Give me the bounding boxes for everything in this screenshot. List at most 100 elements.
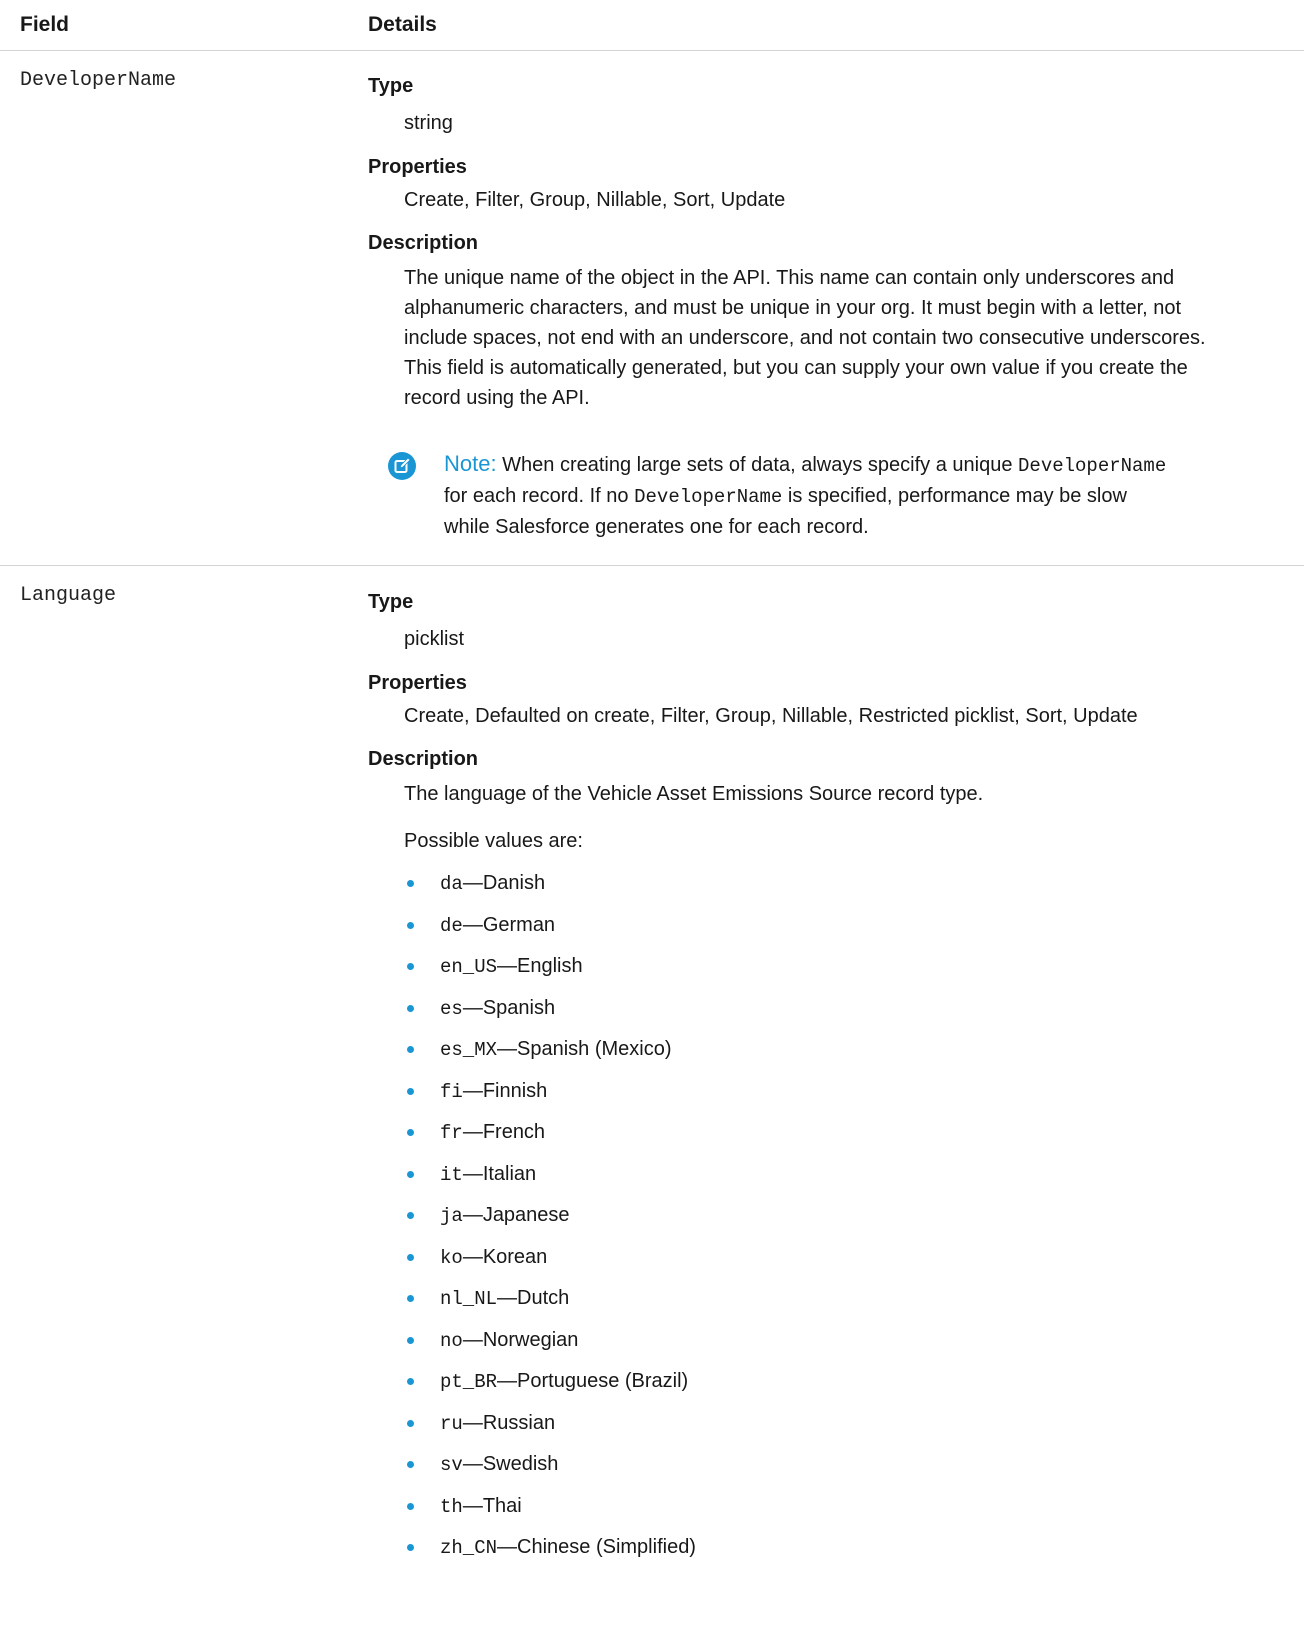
value-code: nl_NL [440,1288,498,1310]
description-line: alphanumeric characters, and must be uni… [404,297,1182,319]
properties-label: Properties [368,156,467,178]
description-label: Description [368,748,479,770]
value-label: —Spanish [462,996,556,1019]
table-row-language: Language Type picklist Properties Create… [0,566,1304,1638]
description-label: Description [368,232,479,254]
value-code: zh_CN [440,1537,498,1559]
value-label: —Finnish [462,1079,548,1102]
value-label: —Norwegian [462,1328,579,1351]
value-code: pt_BR [440,1371,498,1393]
bullet-icon [407,921,414,929]
description-line: include spaces, not end with an undersco… [404,327,1206,349]
value-label: —Thai [462,1494,522,1517]
table-row-developername: DeveloperName Type string Properties Cre… [0,51,1304,566]
description-text: The language of the Vehicle Asset Emissi… [404,783,984,805]
list-item: en_US—English [404,946,696,988]
value-label: —Korean [462,1245,548,1268]
value-label: —Swedish [462,1453,559,1475]
description-line: record using the API. [404,387,590,409]
value-label: —Danish [462,872,546,894]
list-item: de—German [404,905,696,947]
bullet-icon [407,1046,414,1053]
type-label: Type [368,75,414,97]
value-label: —Italian [462,1162,537,1185]
value-code: de [440,914,463,937]
edit-note-icon [388,452,416,480]
field-name: DeveloperName [20,69,177,92]
list-item: nl_NL—Dutch [404,1278,696,1320]
field-name: Language [20,584,117,607]
bullet-icon [407,1502,414,1510]
value-label: —Chinese (Simplified) [497,1536,696,1558]
value-code: es_MX [440,1039,498,1061]
description-line: The unique name of the object in the API… [404,267,1175,289]
properties-value: Create, Filter, Group, Nillable, Sort, U… [404,189,786,211]
header-field: Field [20,13,70,36]
bullet-icon [407,1004,414,1012]
list-item: fr—French [404,1112,696,1154]
value-code: ko [440,1246,463,1269]
value-code: fr [440,1122,463,1144]
value-label: —Japanese [462,1204,570,1226]
bullet-icon [407,1378,414,1385]
note-line2-pre: for each record. If no [444,485,629,507]
value-code: ja [440,1205,463,1227]
bullet-icon [407,1087,414,1095]
value-code: fi [440,1080,463,1103]
description-text: The unique name of the object in the API… [404,263,1254,413]
value-code: no [440,1329,463,1352]
list-item: sv—Swedish [404,1444,696,1486]
bullet-icon [407,1544,414,1551]
note-code: DeveloperName [1018,455,1167,477]
bullet-icon [407,1212,414,1219]
bullet-icon [407,1170,414,1178]
value-label: —Portuguese (Brazil) [497,1370,689,1392]
field-reference-table: Field Details DeveloperName Type string … [0,0,1304,1638]
description-line: This field is automatically generated, b… [404,357,1188,379]
value-label: —Spanish (Mexico) [497,1038,672,1060]
bullet-icon [407,963,414,970]
list-item: ko—Korean [404,1237,696,1279]
type-value: picklist [404,628,465,650]
value-code: en_US [440,956,498,978]
note-label: Note: [444,451,497,476]
value-label: —French [462,1121,546,1143]
list-item: th—Thai [404,1486,696,1528]
value-label: —Russian [462,1411,556,1434]
note-line2-post: is specified, performance may be slow [787,485,1127,507]
list-item: ru—Russian [404,1403,696,1445]
bullet-icon [407,1336,414,1344]
bullet-icon [407,1419,414,1427]
value-label: —German [462,913,556,936]
note-code: DeveloperName [634,486,783,508]
value-code: sv [440,1454,463,1476]
value-label: —English [497,955,583,977]
properties-label: Properties [368,672,467,694]
bullet-icon [407,1295,414,1302]
header-details: Details [368,13,437,36]
list-item: es_MX—Spanish (Mexico) [404,1029,696,1071]
table-header: Field Details [0,0,1304,51]
bullet-icon [407,880,414,887]
note-line3: while Salesforce generates one for each … [444,516,869,538]
list-item: da—Danish [404,863,696,905]
type-label: Type [368,591,414,613]
list-item: no—Norwegian [404,1320,696,1362]
bullet-icon [407,1461,414,1468]
possible-values-list: da—Danish de—German en_US—English es—Spa… [404,863,696,1569]
type-value: string [404,112,453,134]
value-code: ru [440,1412,463,1435]
list-item: fi—Finnish [404,1071,696,1113]
list-item: it—Italian [404,1154,696,1196]
value-code: da [440,873,463,895]
note-line1: When creating large sets of data, always… [502,454,1013,476]
bullet-icon [407,1129,414,1136]
properties-value: Create, Defaulted on create, Filter, Gro… [404,705,1138,727]
value-code: es [440,997,463,1020]
list-item: ja—Japanese [404,1195,696,1237]
list-item: pt_BR—Portuguese (Brazil) [404,1361,696,1403]
list-item: es—Spanish [404,988,696,1030]
list-item: zh_CN—Chinese (Simplified) [404,1527,696,1569]
bullet-icon [407,1253,414,1261]
value-code: it [440,1163,463,1186]
